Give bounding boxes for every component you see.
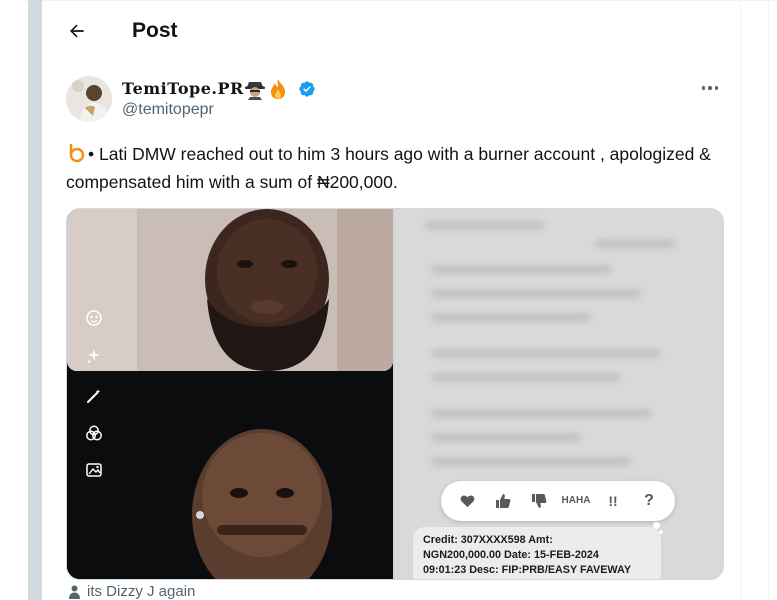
- alert-line-1: Credit: 307XXXX598 Amt:: [423, 534, 553, 546]
- verified-badge-icon[interactable]: [298, 80, 316, 98]
- column-border: [740, 0, 741, 600]
- blurred-line: [431, 433, 581, 442]
- haha-reaction[interactable]: HA HA: [562, 490, 591, 512]
- heart-icon[interactable]: [456, 490, 478, 512]
- blurred-line: [595, 239, 675, 248]
- fire-icon: [271, 79, 285, 99]
- blurred-line: [431, 373, 621, 382]
- image-icon[interactable]: [85, 461, 103, 479]
- face-filter-icon[interactable]: [85, 309, 103, 327]
- question-reaction[interactable]: ?: [638, 490, 660, 512]
- video-top-feed: [67, 209, 393, 371]
- quote-author-row[interactable]: its Dizzy J again: [68, 583, 195, 600]
- blurred-line: [431, 349, 661, 358]
- left-timeline-strip: [28, 0, 42, 600]
- blurred-line: [431, 457, 631, 466]
- credit-alert-message: Credit: 307XXXX598 Amt: NGN200,000.00 Da…: [413, 527, 661, 579]
- page-title: Post: [132, 19, 178, 42]
- reaction-bar: HA HA !! ?: [441, 481, 675, 521]
- author-handle[interactable]: @temitopepr: [122, 101, 214, 119]
- post-header: Post: [44, 0, 740, 60]
- video-call-screenshot[interactable]: [67, 209, 393, 579]
- thumbs-up-icon[interactable]: [492, 490, 514, 512]
- more-dot: [714, 86, 719, 90]
- man-portrait: [67, 209, 393, 371]
- bank-alert-screenshot[interactable]: HA HA !! ? Credit: 307XXXX598 Amt: NGN200…: [395, 209, 723, 579]
- sparkles-icon[interactable]: [85, 347, 103, 365]
- back-button[interactable]: [62, 16, 92, 46]
- exclamation-reaction[interactable]: !!: [602, 490, 624, 512]
- thumbs-down-icon[interactable]: [528, 490, 550, 512]
- detective-icon: [245, 82, 265, 100]
- avatar-image: [66, 76, 112, 122]
- more-dot: [701, 86, 706, 90]
- arrow-left-icon: [70, 24, 84, 38]
- video-bottom-feed: [67, 375, 393, 579]
- blurred-line: [431, 265, 611, 274]
- alert-line-3: 09:01:23 Desc: FIP:PRB/EASY FAVEWAY: [423, 564, 632, 576]
- avatar[interactable]: [66, 76, 112, 122]
- second-portrait: [67, 375, 393, 579]
- blurred-line: [431, 313, 591, 322]
- tweet-media[interactable]: HA HA !! ? Credit: 307XXXX598 Amt: NGN200…: [66, 208, 724, 580]
- author-name[interactable]: TemiTope.PR: [122, 79, 244, 98]
- sidebar-border: [768, 0, 769, 600]
- alert-line-2: NGN200,000.00 Date: 15-FEB-2024: [423, 549, 599, 561]
- blurred-line: [425, 221, 545, 230]
- tweet-text: • Lati DMW reached out to him 3 hours ag…: [66, 144, 711, 192]
- blend-icon[interactable]: [85, 424, 103, 442]
- circle-hook-icon: [69, 143, 85, 163]
- person-icon: [69, 585, 80, 599]
- magic-wand-icon[interactable]: [85, 387, 103, 405]
- more-dot: [708, 86, 712, 90]
- blurred-line: [431, 289, 641, 298]
- left-rail: [0, 0, 24, 600]
- blurred-line: [431, 409, 651, 418]
- tweet-text-container: • Lati DMW reached out to him 3 hours ag…: [66, 140, 716, 196]
- quote-author-text: its Dizzy J again: [87, 583, 196, 600]
- name-emojis: [244, 78, 288, 100]
- more-options-button[interactable]: [696, 78, 724, 98]
